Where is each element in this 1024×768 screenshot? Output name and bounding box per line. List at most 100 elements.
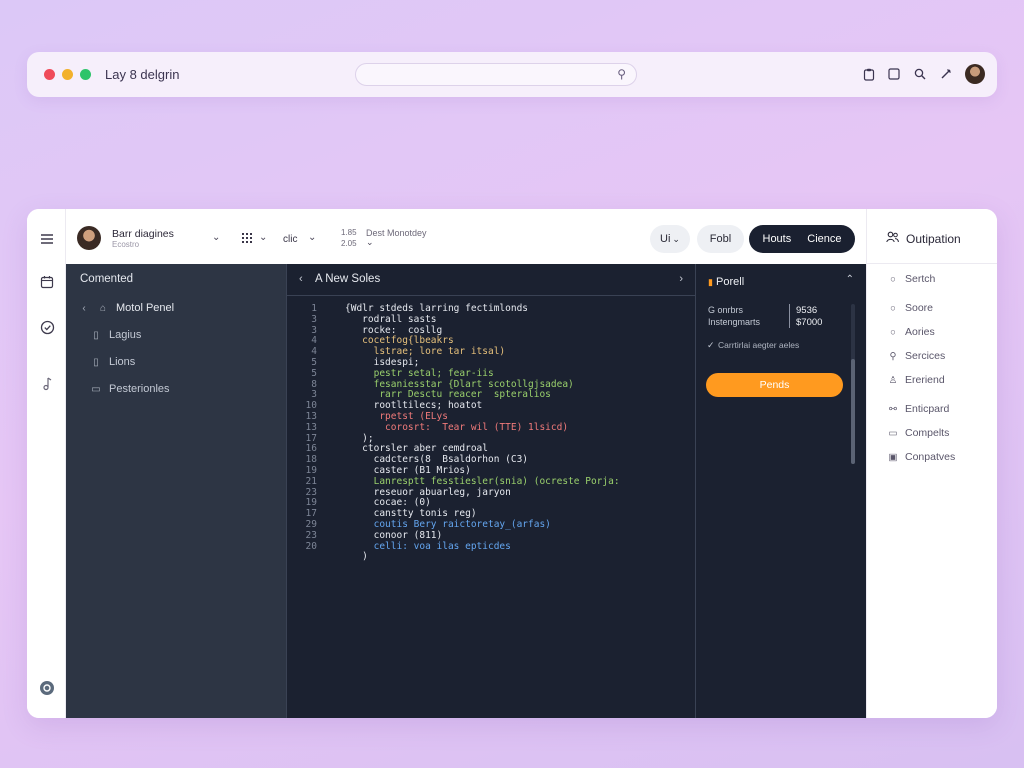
file-icon: ▯ [93, 356, 99, 368]
sidebar-title: Comented [80, 273, 134, 285]
pends-button[interactable]: Pends [706, 373, 843, 397]
code-line[interactable]: ) [287, 552, 696, 563]
microphone-icon[interactable]: ⚲ [617, 67, 626, 81]
panel-title: ▮ Porell [708, 276, 744, 288]
panel-collapse-chevron-icon[interactable]: ⌃ [846, 274, 854, 285]
right-nav-divider [867, 263, 997, 264]
code-editor[interactable]: ‹ A New Soles › 1 {Wdlr stdeds larring fe… [286, 264, 695, 718]
fold-button-label: Fobl [709, 233, 732, 245]
help-icon[interactable] [38, 679, 56, 697]
view-chevron-down-icon[interactable]: ⌄ [308, 232, 316, 243]
panel-scrollbar-thumb[interactable] [851, 359, 855, 464]
close-window-button[interactable] [44, 69, 55, 80]
editor-tab-title[interactable]: A New Soles [315, 273, 380, 285]
right-nav-header: Outipation [886, 231, 961, 246]
grid-chevron-down-icon[interactable]: ⌄ [259, 232, 267, 243]
user-avatar[interactable] [77, 226, 101, 250]
line-text[interactable]: ) [345, 552, 368, 563]
code-line[interactable]: 5 pestr setal; fear-iis [287, 368, 696, 380]
circle-icon: ○ [890, 326, 896, 338]
check-circle-icon[interactable] [38, 318, 56, 336]
browser-top-bar: Lay 8 delgrin ⚲ [27, 52, 997, 97]
code-lines[interactable]: 1 {Wdlr stdeds larring fectimlonds 3 rodra… [287, 303, 696, 563]
maximize-window-button[interactable] [80, 69, 91, 80]
code-line[interactable]: 23 conoor (811) [287, 529, 696, 542]
file-icon: ▯ [93, 329, 99, 341]
circle-icon: ○ [890, 302, 896, 314]
fold-button[interactable]: Fobl [697, 225, 744, 253]
stat1-value: 9536 [796, 305, 818, 316]
date-label: Dest Monotdey [366, 228, 427, 238]
line-text[interactable]: pestr setal; fear-iis [345, 368, 494, 380]
app-title: Lay 8 delgrin [105, 67, 180, 82]
sidebar-item-label: Lagius [109, 329, 142, 341]
search-icon[interactable] [912, 66, 928, 82]
clipboard-icon[interactable] [861, 66, 877, 82]
circle-icon: ○ [890, 273, 896, 285]
sidebar-item-lions[interactable]: ▯ Lions [90, 356, 135, 368]
check-text: Carrtirlai aegter aeles [718, 340, 800, 350]
user-chevron-down-icon[interactable]: ⌄ [212, 232, 220, 243]
code-line[interactable]: 21 Lanresptt fesstiesler(snia) (ocreste … [287, 476, 696, 488]
music-note-icon[interactable] [38, 375, 56, 393]
rnav-item-sercices[interactable]: ⚲ Sercices [888, 350, 946, 362]
rnav-item-enticpard[interactable]: ⚯ Enticpard [888, 403, 949, 415]
right-navigation: Outipation ○ Sertch ○ Soore ○ Aories ⚲ S… [866, 209, 997, 718]
rnav-item-soore[interactable]: ○ Soore [888, 302, 933, 314]
view-label[interactable]: clic [283, 234, 297, 245]
rnav-item-sertch[interactable]: ○ Sertch [888, 273, 935, 285]
line-text[interactable]: celli: voa ilas epticdes [345, 541, 511, 553]
stat-bottom: 2.05 [341, 239, 357, 248]
square-icon[interactable] [886, 66, 902, 82]
line-number: 23 [305, 529, 317, 541]
line-text[interactable]: corosrt: Tear wil (TTE) 1lsicd) [345, 422, 568, 434]
image-icon: ▣ [888, 451, 898, 463]
file-sidebar: Comented ‹ ⌂ Motol Penel ▯ Lagius ▯ Lion… [66, 264, 286, 718]
grid-icon[interactable] [242, 233, 252, 246]
app-window: Barr diagines Ecostro ⌄ ⌄ clic ⌄ 1.85 2.… [27, 209, 997, 718]
pen-icon[interactable] [938, 66, 954, 82]
stat-divider [789, 304, 790, 328]
rnav-item-aories[interactable]: ○ Aories [888, 326, 935, 338]
hours-cience-toggle[interactable]: Houts Cience [749, 225, 855, 253]
line-text[interactable]: rodrall sasts [345, 314, 436, 326]
rnav-item-label: Sertch [905, 273, 936, 285]
users-icon [886, 231, 899, 246]
user-icon: ♙ [888, 374, 898, 386]
rnav-item-label: Ereriend [905, 374, 945, 386]
code-line[interactable]: 13 corosrt: Tear wil (TTE) 1lsicd) [287, 422, 696, 434]
menu-icon[interactable] [38, 230, 56, 248]
rnav-item-compelts[interactable]: ▭ Compelts [888, 427, 950, 439]
calendar-icon[interactable] [38, 273, 56, 291]
workspace-header: Barr diagines Ecostro ⌄ ⌄ clic ⌄ 1.85 2.… [66, 209, 866, 264]
code-line[interactable]: 3 rodrall sasts [287, 314, 696, 326]
sidebar-root-item[interactable]: ‹ ⌂ Motol Penel [78, 302, 174, 314]
cience-tab[interactable]: Cience [807, 233, 841, 245]
rnav-item-label: Sercices [905, 350, 946, 362]
rnav-item-label: Enticpard [905, 403, 950, 415]
icon-rail [27, 209, 66, 718]
search-icon: ⚲ [889, 350, 897, 362]
minimize-window-button[interactable] [62, 69, 73, 80]
collapse-chevron-icon[interactable]: ‹ [78, 303, 90, 314]
user-name: Barr diagines [112, 228, 174, 240]
rnav-item-ereriend[interactable]: ♙ Ereriend [888, 374, 945, 386]
rnav-item-conpatves[interactable]: ▣ Conpatves [888, 451, 956, 463]
rnav-item-label: Aories [905, 326, 935, 338]
rnav-item-label: Compelts [905, 427, 950, 439]
rnav-item-label: Soore [905, 302, 934, 314]
sidebar-item-lagius[interactable]: ▯ Lagius [90, 329, 141, 341]
back-chevron-icon[interactable]: ‹ [299, 273, 303, 285]
check-icon: ✓ [707, 340, 715, 350]
line-text[interactable]: conoor (811) [345, 530, 443, 542]
ui-chevron-down-icon: ⌄ [672, 233, 680, 244]
address-bar[interactable]: ⚲ [355, 63, 637, 86]
hours-tab[interactable]: Houts [763, 233, 792, 245]
sidebar-item-pesterionles[interactable]: ▭ Pesterionles [90, 383, 169, 395]
chat-icon: ▭ [888, 427, 898, 439]
ui-dropdown[interactable]: Ui ⌄ [650, 225, 690, 253]
forward-chevron-icon[interactable]: › [679, 273, 683, 285]
date-chevron-down-icon[interactable]: ⌄ [366, 237, 374, 248]
line-text[interactable]: Lanresptt fesstiesler(snia) (ocreste Por… [345, 476, 620, 488]
profile-avatar[interactable] [965, 64, 985, 84]
